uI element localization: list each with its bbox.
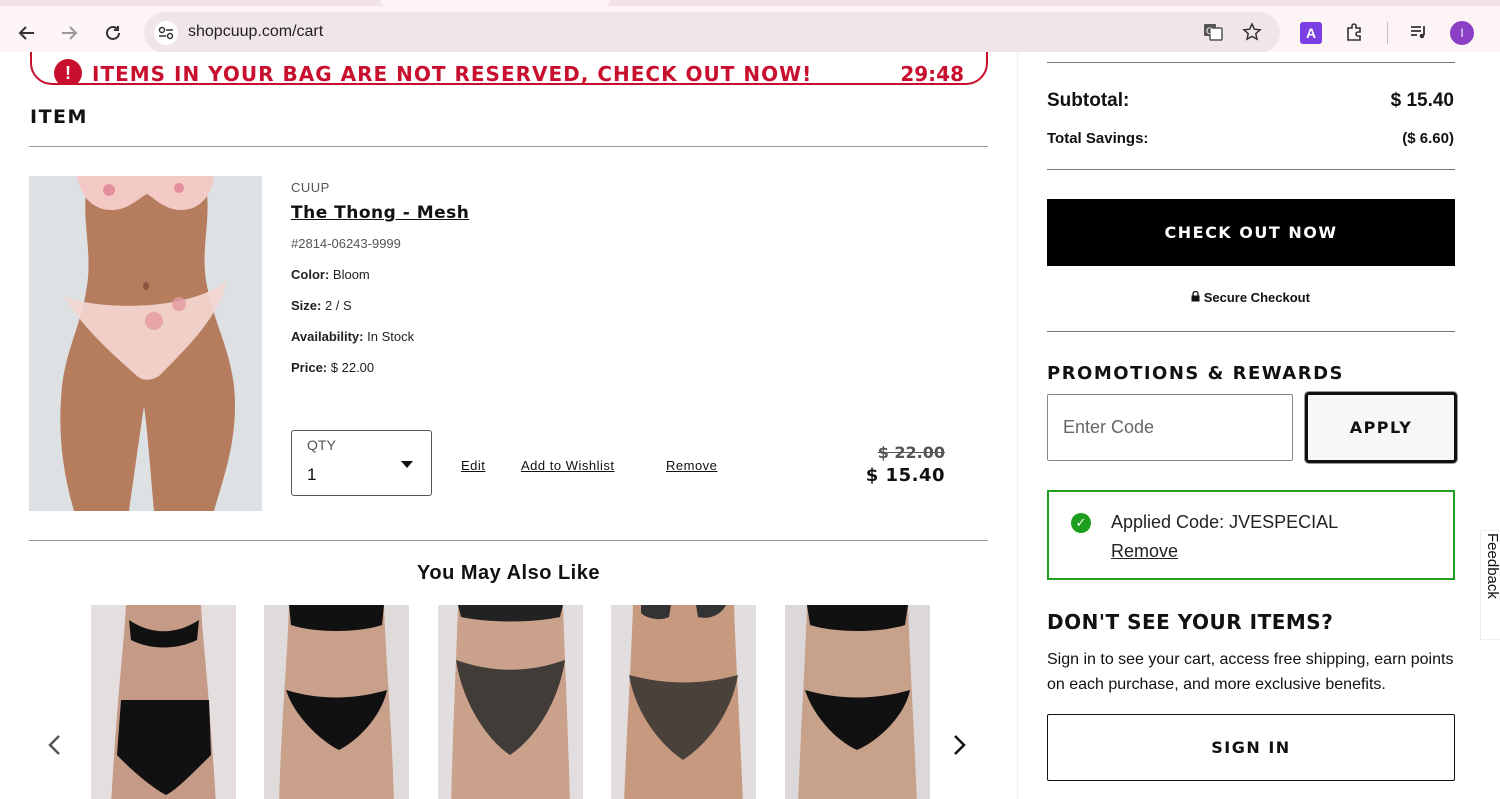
secure-checkout: Secure Checkout (1018, 290, 1483, 305)
availability-label: Availability: (291, 329, 364, 344)
cart-page: ! ITEMS IN YOUR BAG ARE NOT RESERVED, CH… (0, 52, 1500, 799)
active-tab[interactable] (380, 0, 610, 6)
divider (29, 540, 988, 541)
banner-text: ITEMS IN YOUR BAG ARE NOT RESERVED, CHEC… (92, 62, 813, 85)
price-value: $ 22.00 (330, 360, 375, 375)
applied-code-notice: ✓ Applied Code: JVESPECIAL Remove (1047, 490, 1455, 580)
feedback-label: Feedback (1484, 533, 1500, 599)
media-control-icon[interactable] (1407, 20, 1431, 44)
recommendations-title: You May Also Like (417, 562, 600, 584)
savings-value: ($ 6.60) (1402, 130, 1454, 147)
qty-label: QTY (307, 437, 336, 453)
check-circle-icon: ✓ (1071, 513, 1091, 533)
toolbar-divider (1387, 22, 1388, 44)
item-heading: ITEM (30, 106, 88, 128)
profile-avatar[interactable]: I (1450, 21, 1474, 45)
sign-in-button[interactable]: SIGN IN (1047, 714, 1455, 781)
price-label: Price: (291, 360, 328, 375)
carousel-prev-icon[interactable] (46, 732, 62, 764)
tab-strip (0, 0, 1500, 6)
product-size: Size: 2 / S (291, 298, 352, 313)
order-summary-panel: Subtotal: $ 15.40 Total Savings: ($ 6.60… (1017, 52, 1500, 799)
product-name-link[interactable]: The Thong - Mesh (291, 203, 469, 223)
product-availability: Availability: In Stock (291, 329, 414, 344)
signin-description: Sign in to see your cart, access free sh… (1047, 651, 1454, 693)
size-label: Size: (291, 298, 322, 313)
color-value: Bloom (332, 267, 370, 282)
divider (1047, 62, 1455, 63)
carousel-next-icon[interactable] (952, 732, 968, 764)
recommended-product-image[interactable] (785, 605, 930, 799)
original-price: $ 22.00 (877, 443, 945, 462)
secure-checkout-label: Secure Checkout (1203, 290, 1310, 305)
lock-icon (1191, 290, 1204, 305)
divider (29, 146, 988, 147)
reservation-banner: ! ITEMS IN YOUR BAG ARE NOT RESERVED, CH… (30, 52, 988, 85)
subtotal-value: $ 15.40 (1390, 90, 1454, 111)
divider (1047, 169, 1455, 170)
remove-code-link[interactable]: Remove (1111, 541, 1178, 562)
product-image[interactable] (29, 176, 262, 511)
promo-code-input[interactable] (1047, 394, 1293, 461)
dont-see-items-title: DON'T SEE YOUR ITEMS? (1047, 610, 1334, 634)
promotions-title: PROMOTIONS & REWARDS (1047, 363, 1345, 384)
size-value: 2 / S (324, 298, 352, 313)
quantity-select[interactable]: QTY 1 (291, 430, 432, 496)
product-brand: CUUP (291, 180, 330, 195)
savings-label: Total Savings: (1047, 130, 1149, 147)
color-label: Color: (291, 267, 330, 282)
subtotal-label: Subtotal: (1047, 90, 1130, 111)
address-bar[interactable]: shopcuup.com/cart (144, 12, 1280, 53)
back-icon[interactable] (14, 20, 40, 46)
product-sku: #2814-06243-9999 (291, 236, 401, 251)
translate-icon[interactable]: G (1201, 20, 1225, 44)
extensions-puzzle-icon[interactable] (1343, 20, 1367, 44)
qty-value: 1 (307, 465, 317, 484)
product-color: Color: Bloom (291, 267, 370, 282)
recommended-product-image[interactable] (611, 605, 756, 799)
availability-value: In Stock (367, 329, 415, 344)
add-to-wishlist-link[interactable]: Add to Wishlist (521, 458, 614, 473)
extension-a-icon[interactable]: A (1300, 22, 1322, 44)
recommended-product-image[interactable] (264, 605, 409, 799)
divider (1047, 331, 1455, 332)
bookmark-star-icon[interactable] (1240, 20, 1264, 44)
applied-code-text: Applied Code: JVESPECIAL (1111, 512, 1339, 532)
product-price: Price: $ 22.00 (291, 360, 374, 375)
apply-code-button[interactable]: APPLY (1305, 392, 1457, 463)
site-settings-icon[interactable] (154, 21, 178, 45)
reload-icon[interactable] (100, 20, 126, 46)
banner-timer: 29:48 (900, 62, 964, 85)
edit-link[interactable]: Edit (461, 458, 485, 473)
feedback-tab[interactable]: Feedback (1480, 530, 1500, 640)
chevron-down-icon (401, 461, 413, 468)
url-text[interactable]: shopcuup.com/cart (188, 23, 323, 41)
sale-price: $ 15.40 (865, 465, 945, 486)
recommended-product-image[interactable] (438, 605, 583, 799)
remove-item-link[interactable]: Remove (666, 458, 717, 473)
forward-icon[interactable] (56, 20, 82, 46)
checkout-button[interactable]: CHECK OUT NOW (1047, 199, 1455, 266)
svg-text:G: G (1206, 27, 1213, 37)
recommended-product-image[interactable] (91, 605, 236, 799)
alert-icon: ! (54, 59, 82, 83)
